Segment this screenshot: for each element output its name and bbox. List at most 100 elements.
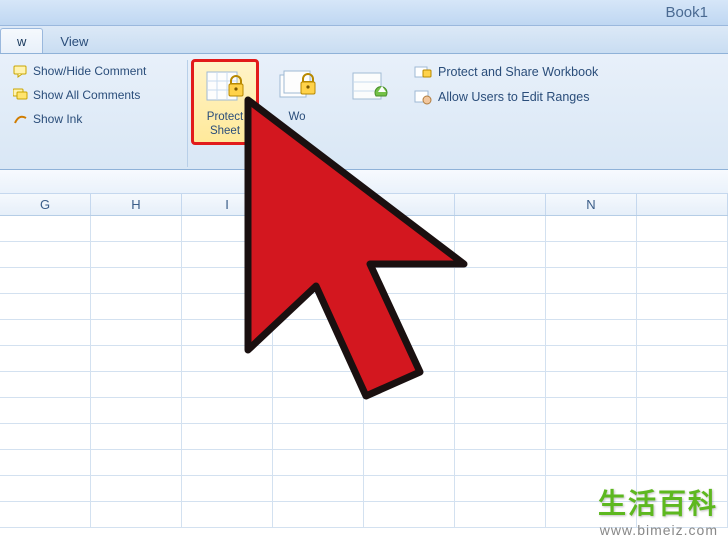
cell[interactable] — [364, 398, 455, 423]
cell[interactable] — [182, 242, 273, 267]
cell[interactable] — [0, 216, 91, 241]
cell[interactable] — [364, 294, 455, 319]
cell[interactable] — [364, 216, 455, 241]
cell[interactable] — [455, 268, 546, 293]
column-header[interactable]: N — [546, 194, 637, 215]
tab-review-partial[interactable]: w — [0, 28, 43, 53]
cell[interactable] — [455, 294, 546, 319]
cell[interactable] — [637, 502, 728, 527]
cell[interactable] — [364, 320, 455, 345]
cell[interactable] — [91, 450, 182, 475]
cell[interactable] — [273, 216, 364, 241]
cell[interactable] — [0, 398, 91, 423]
cell[interactable] — [182, 424, 273, 449]
cell[interactable] — [273, 268, 364, 293]
column-header[interactable] — [364, 194, 455, 215]
cell[interactable] — [273, 450, 364, 475]
cell[interactable] — [637, 216, 728, 241]
cell[interactable] — [273, 502, 364, 527]
cell[interactable] — [91, 294, 182, 319]
cell[interactable] — [455, 346, 546, 371]
cell[interactable] — [455, 242, 546, 267]
cell[interactable] — [182, 476, 273, 501]
cell[interactable] — [182, 346, 273, 371]
cell[interactable] — [182, 450, 273, 475]
cell[interactable] — [546, 346, 637, 371]
cell[interactable] — [91, 502, 182, 527]
show-hide-comment-button[interactable]: Show/Hide Comment — [10, 62, 181, 80]
cell[interactable] — [0, 294, 91, 319]
cell[interactable] — [273, 476, 364, 501]
cell[interactable] — [546, 320, 637, 345]
column-header[interactable]: I — [182, 194, 273, 215]
show-ink-button[interactable]: Show Ink — [10, 110, 181, 128]
protect-workbook-button[interactable]: Wo — [264, 60, 330, 144]
cell[interactable] — [546, 268, 637, 293]
cell[interactable] — [0, 476, 91, 501]
cell[interactable] — [637, 346, 728, 371]
cell[interactable] — [182, 216, 273, 241]
cell[interactable] — [364, 268, 455, 293]
column-header[interactable]: G — [0, 194, 91, 215]
cell[interactable] — [455, 502, 546, 527]
cell[interactable] — [182, 320, 273, 345]
column-header[interactable] — [637, 194, 728, 215]
show-all-comments-button[interactable]: Show All Comments — [10, 86, 181, 104]
cell[interactable] — [91, 268, 182, 293]
cell[interactable] — [546, 294, 637, 319]
cell[interactable] — [0, 320, 91, 345]
cell[interactable] — [182, 372, 273, 397]
cell[interactable] — [637, 450, 728, 475]
cell[interactable] — [273, 424, 364, 449]
cell[interactable] — [455, 476, 546, 501]
cell[interactable] — [364, 476, 455, 501]
column-header[interactable]: H — [91, 194, 182, 215]
cell[interactable] — [546, 450, 637, 475]
protect-share-workbook-button[interactable]: Protect and Share Workbook — [412, 62, 640, 82]
cell[interactable] — [0, 502, 91, 527]
cell[interactable] — [455, 424, 546, 449]
cell[interactable] — [364, 502, 455, 527]
cell[interactable] — [0, 268, 91, 293]
cell[interactable] — [91, 346, 182, 371]
tab-view[interactable]: View — [43, 28, 105, 53]
cell[interactable] — [182, 268, 273, 293]
cell[interactable] — [546, 476, 637, 501]
cell[interactable] — [0, 450, 91, 475]
cell[interactable] — [91, 216, 182, 241]
cell[interactable] — [546, 216, 637, 241]
cell[interactable] — [637, 476, 728, 501]
cell[interactable] — [546, 398, 637, 423]
allow-edit-ranges-button[interactable]: Allow Users to Edit Ranges — [412, 87, 640, 107]
cell[interactable] — [91, 398, 182, 423]
cell[interactable] — [91, 424, 182, 449]
cell[interactable] — [546, 242, 637, 267]
cell[interactable] — [364, 450, 455, 475]
cell[interactable] — [91, 372, 182, 397]
cell[interactable] — [91, 242, 182, 267]
cell[interactable] — [364, 242, 455, 267]
worksheet-grid[interactable]: GHIJ N — [0, 194, 728, 528]
cell[interactable] — [182, 398, 273, 423]
cell[interactable] — [364, 346, 455, 371]
cell[interactable] — [273, 294, 364, 319]
cell[interactable] — [455, 216, 546, 241]
cell[interactable] — [546, 424, 637, 449]
cell[interactable] — [546, 502, 637, 527]
cell[interactable] — [0, 242, 91, 267]
cell[interactable] — [273, 320, 364, 345]
cell[interactable] — [0, 424, 91, 449]
cell[interactable] — [637, 268, 728, 293]
share-workbook-button[interactable] — [336, 60, 402, 144]
cell[interactable] — [637, 424, 728, 449]
cell[interactable] — [455, 398, 546, 423]
column-header[interactable] — [455, 194, 546, 215]
cell[interactable] — [273, 372, 364, 397]
cell[interactable] — [273, 398, 364, 423]
cell[interactable] — [637, 398, 728, 423]
cell[interactable] — [637, 294, 728, 319]
column-header[interactable]: J — [273, 194, 364, 215]
cell[interactable] — [455, 372, 546, 397]
cell[interactable] — [273, 346, 364, 371]
cell[interactable] — [637, 320, 728, 345]
